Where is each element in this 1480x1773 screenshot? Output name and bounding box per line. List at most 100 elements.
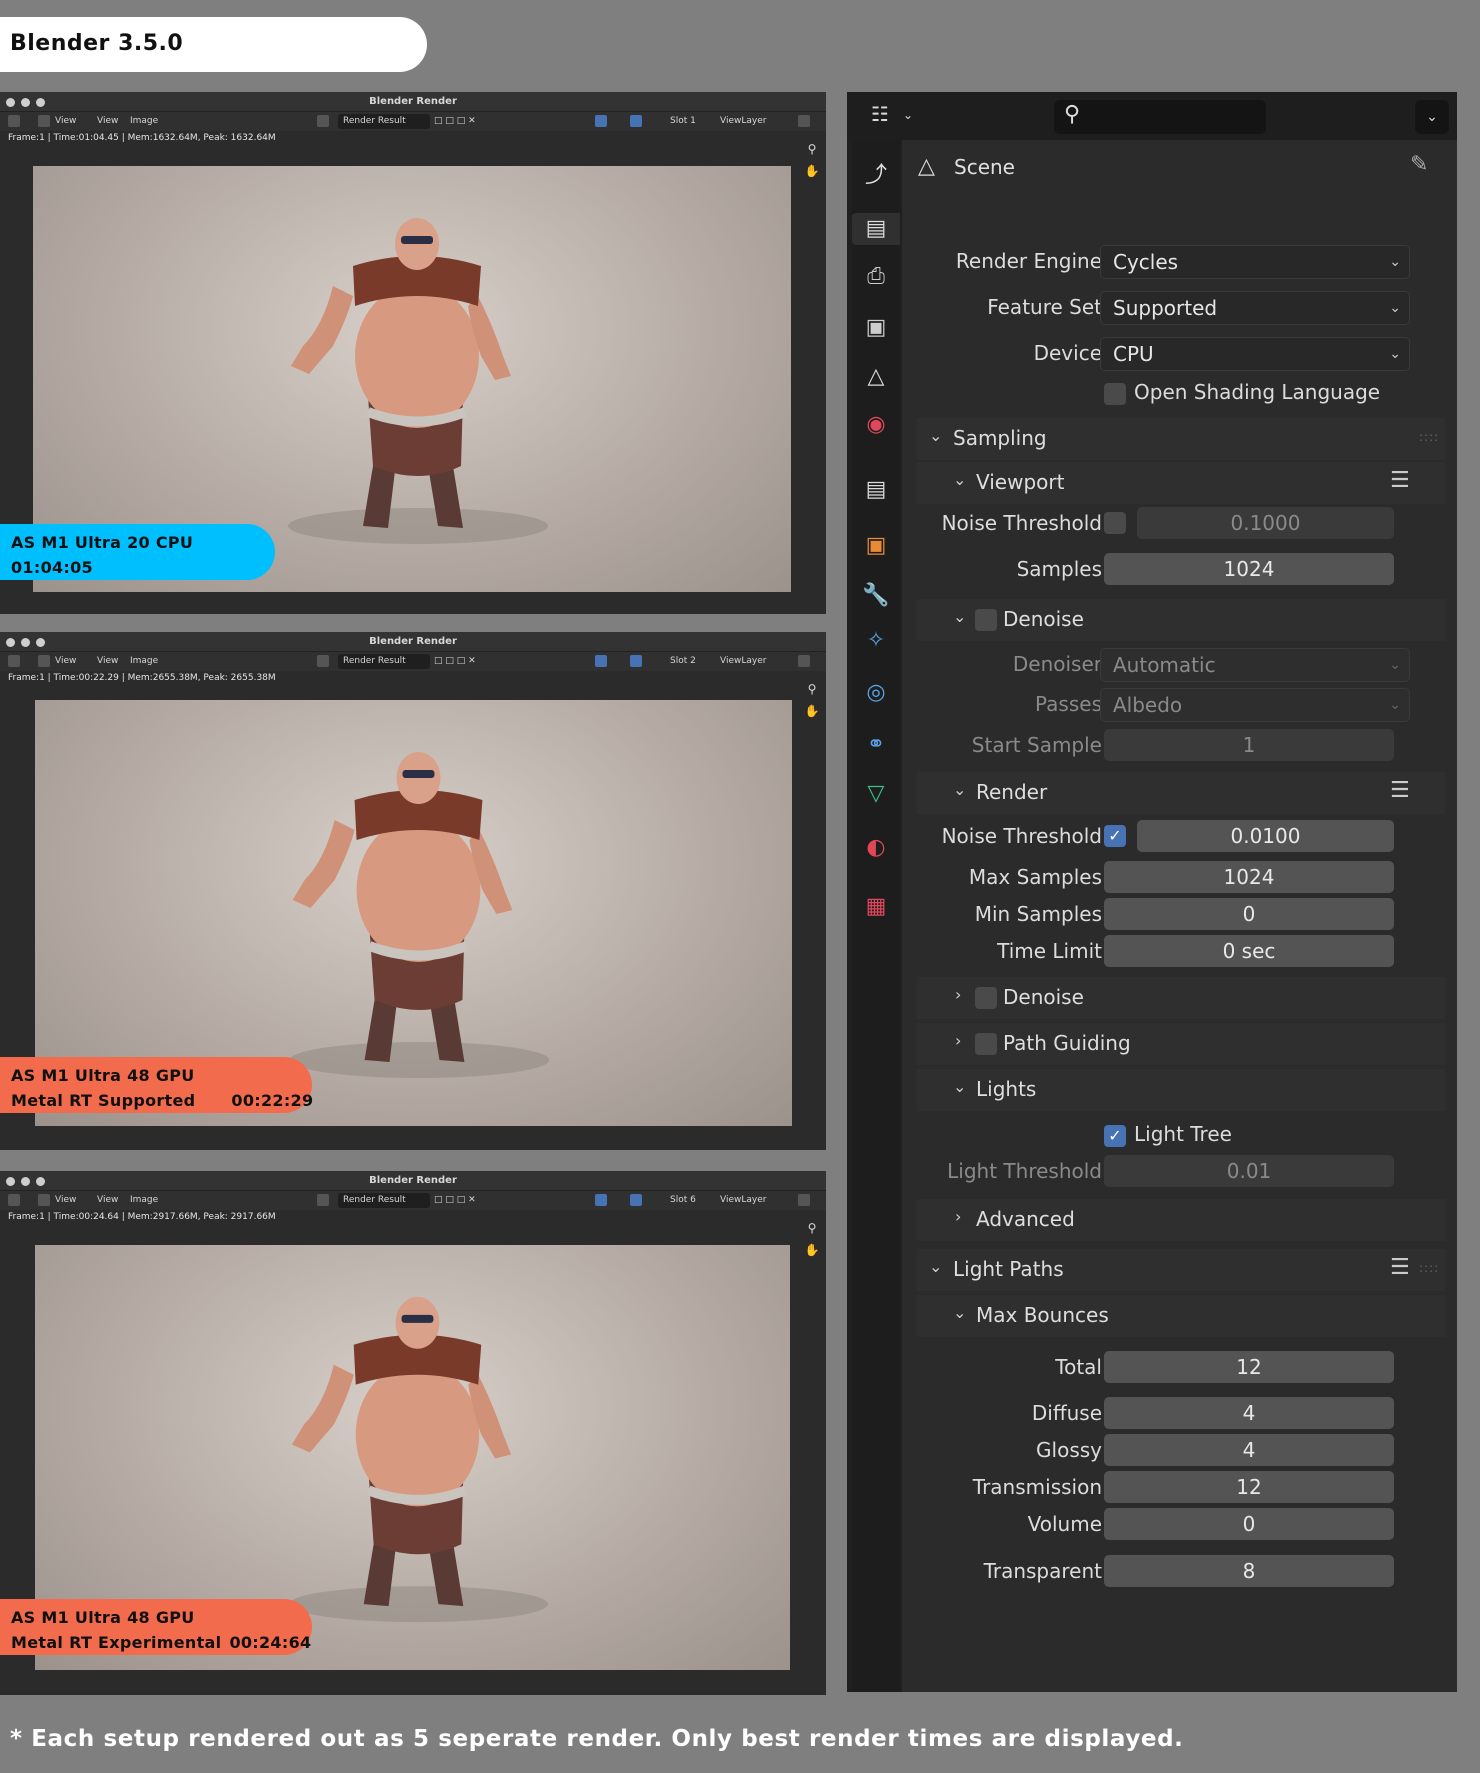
start-sample-field[interactable]: 1 [1104, 729, 1394, 761]
mode-icon[interactable] [38, 115, 50, 127]
tool-icon[interactable]: ⤴ [860, 160, 892, 192]
scene-icon[interactable]: △ [860, 361, 892, 393]
options-dropdown[interactable]: ⌄ [1415, 100, 1449, 134]
volume-field[interactable]: 0 [1104, 1508, 1394, 1540]
device-select[interactable]: CPU ⌄ [1100, 337, 1410, 371]
texture-icon[interactable]: ▦ [860, 891, 892, 923]
diffuse-field[interactable]: 4 [1104, 1397, 1394, 1429]
render-icon[interactable]: ▤ [852, 213, 900, 245]
transparent-field[interactable]: 8 [1104, 1555, 1394, 1587]
max-samples-field[interactable]: 1024 [1104, 861, 1394, 893]
view-layer-select[interactable]: ViewLayer [720, 656, 766, 666]
image-actions-icons[interactable]: □ □ □ ✕ [434, 116, 476, 126]
sampling-panel-header[interactable]: ⌄ Sampling :::: [917, 418, 1445, 460]
render-engine-select[interactable]: Cycles ⌄ [1100, 245, 1410, 279]
menu-image[interactable]: Image [130, 116, 158, 126]
image-browse-icon[interactable] [317, 115, 329, 127]
constraints-icon[interactable]: ⚭ [860, 729, 892, 761]
collection-icon[interactable]: ▤ [860, 474, 892, 506]
transmission-field[interactable]: 12 [1104, 1471, 1394, 1503]
zoom-icon[interactable]: ⚲ [804, 142, 820, 156]
noise-threshold-field[interactable]: 0.0100 [1137, 820, 1394, 852]
samples-field[interactable]: 1024 [1104, 553, 1394, 585]
display-channels-icon[interactable] [798, 1194, 810, 1206]
image-browse-icon[interactable] [317, 1194, 329, 1206]
menu-image[interactable]: Image [130, 656, 158, 666]
view-layer-select[interactable]: ViewLayer [720, 116, 766, 126]
glossy-field[interactable]: 4 [1104, 1434, 1394, 1466]
editor-type-icon[interactable] [8, 1194, 20, 1206]
slot-select[interactable]: Slot 1 [670, 116, 696, 126]
object-icon[interactable]: ▣ [860, 530, 892, 562]
zoom-icon[interactable]: ⚲ [804, 1221, 820, 1235]
drag-handle-icon[interactable]: :::: [1419, 430, 1439, 444]
menu-image[interactable]: Image [130, 1195, 158, 1205]
physics-icon[interactable]: ◎ [860, 677, 892, 709]
data-icon[interactable]: ▽ [860, 778, 892, 810]
slot-select[interactable]: Slot 6 [670, 1195, 696, 1205]
advanced-subpanel-header[interactable]: › Advanced [917, 1199, 1445, 1241]
viewport-subpanel-header[interactable]: ⌄ Viewport ☰ [917, 462, 1445, 504]
hand-pan-icon[interactable]: ✋ [804, 1243, 820, 1257]
mode-icon[interactable] [38, 1194, 50, 1206]
editor-type-button[interactable]: ☷ ⌄ [867, 102, 923, 132]
menu-view[interactable]: View [55, 656, 76, 666]
image-browse-icon[interactable] [317, 655, 329, 667]
window-titlebar[interactable]: Blender Render [0, 92, 826, 112]
overlay-icon[interactable] [630, 115, 642, 127]
presets-list-icon[interactable]: ☰ [1390, 778, 1410, 803]
lights-subpanel-header[interactable]: ⌄ Lights [917, 1069, 1445, 1111]
drag-handle-icon[interactable]: :::: [1419, 1261, 1439, 1275]
editor-type-icon[interactable] [8, 115, 20, 127]
editor-type-icon[interactable] [8, 655, 20, 667]
min-samples-field[interactable]: 0 [1104, 898, 1394, 930]
menu-view[interactable]: View [97, 656, 118, 666]
denoise-checkbox[interactable] [975, 609, 997, 631]
image-actions-icons[interactable]: □ □ □ ✕ [434, 656, 476, 666]
noise-threshold-checkbox[interactable] [1104, 512, 1126, 534]
view-layer-select[interactable]: ViewLayer [720, 1195, 766, 1205]
time-limit-field[interactable]: 0 sec [1104, 935, 1394, 967]
particles-icon[interactable]: ✧ [860, 625, 892, 657]
light-threshold-field[interactable]: 0.01 [1104, 1155, 1394, 1187]
view-layer-icon[interactable]: ▣ [860, 312, 892, 344]
total-field[interactable]: 12 [1104, 1351, 1394, 1383]
window-titlebar[interactable]: Blender Render [0, 1171, 826, 1191]
window-titlebar[interactable]: Blender Render [0, 632, 826, 652]
search-input[interactable]: ⚲ [1054, 100, 1266, 134]
pin-icon[interactable]: ✎ [1410, 152, 1428, 177]
menu-view[interactable]: View [97, 116, 118, 126]
denoise-checkbox[interactable] [975, 987, 997, 1009]
light-paths-panel-header[interactable]: ⌄ Light Paths ☰ :::: [917, 1249, 1445, 1291]
hand-pan-icon[interactable]: ✋ [804, 704, 820, 718]
noise-threshold-checkbox[interactable]: ✓ [1104, 825, 1126, 847]
world-icon[interactable]: ◉ [860, 409, 892, 441]
presets-list-icon[interactable]: ☰ [1390, 1255, 1410, 1280]
hand-pan-icon[interactable]: ✋ [804, 164, 820, 178]
zoom-icon[interactable]: ⚲ [804, 682, 820, 696]
mode-icon[interactable] [38, 655, 50, 667]
light-tree-checkbox[interactable]: ✓ [1104, 1125, 1126, 1147]
slot-select[interactable]: Slot 2 [670, 656, 696, 666]
feature-set-select[interactable]: Supported ⌄ [1100, 291, 1410, 325]
overlay-icon[interactable] [630, 1194, 642, 1206]
presets-list-icon[interactable]: ☰ [1390, 468, 1410, 493]
render-denoise-header[interactable]: › Denoise [917, 977, 1445, 1019]
modifier-icon[interactable]: 🔧 [860, 580, 892, 612]
sample-tool-icon[interactable] [595, 1194, 607, 1206]
passes-select[interactable]: Albedo ⌄ [1100, 688, 1410, 722]
menu-view[interactable]: View [97, 1195, 118, 1205]
viewport-denoise-header[interactable]: ⌄ Denoise [917, 599, 1445, 641]
display-channels-icon[interactable] [798, 115, 810, 127]
image-actions-icons[interactable]: □ □ □ ✕ [434, 1195, 476, 1205]
osl-checkbox[interactable] [1104, 383, 1126, 405]
display-channels-icon[interactable] [798, 655, 810, 667]
sample-tool-icon[interactable] [595, 115, 607, 127]
output-icon[interactable]: ⎙ [860, 261, 892, 293]
sample-tool-icon[interactable] [595, 655, 607, 667]
path-guiding-header[interactable]: › Path Guiding [917, 1023, 1445, 1065]
noise-threshold-field[interactable]: 0.1000 [1137, 507, 1394, 539]
denoiser-select[interactable]: Automatic ⌄ [1100, 648, 1410, 682]
menu-view[interactable]: View [55, 1195, 76, 1205]
menu-view[interactable]: View [55, 116, 76, 126]
